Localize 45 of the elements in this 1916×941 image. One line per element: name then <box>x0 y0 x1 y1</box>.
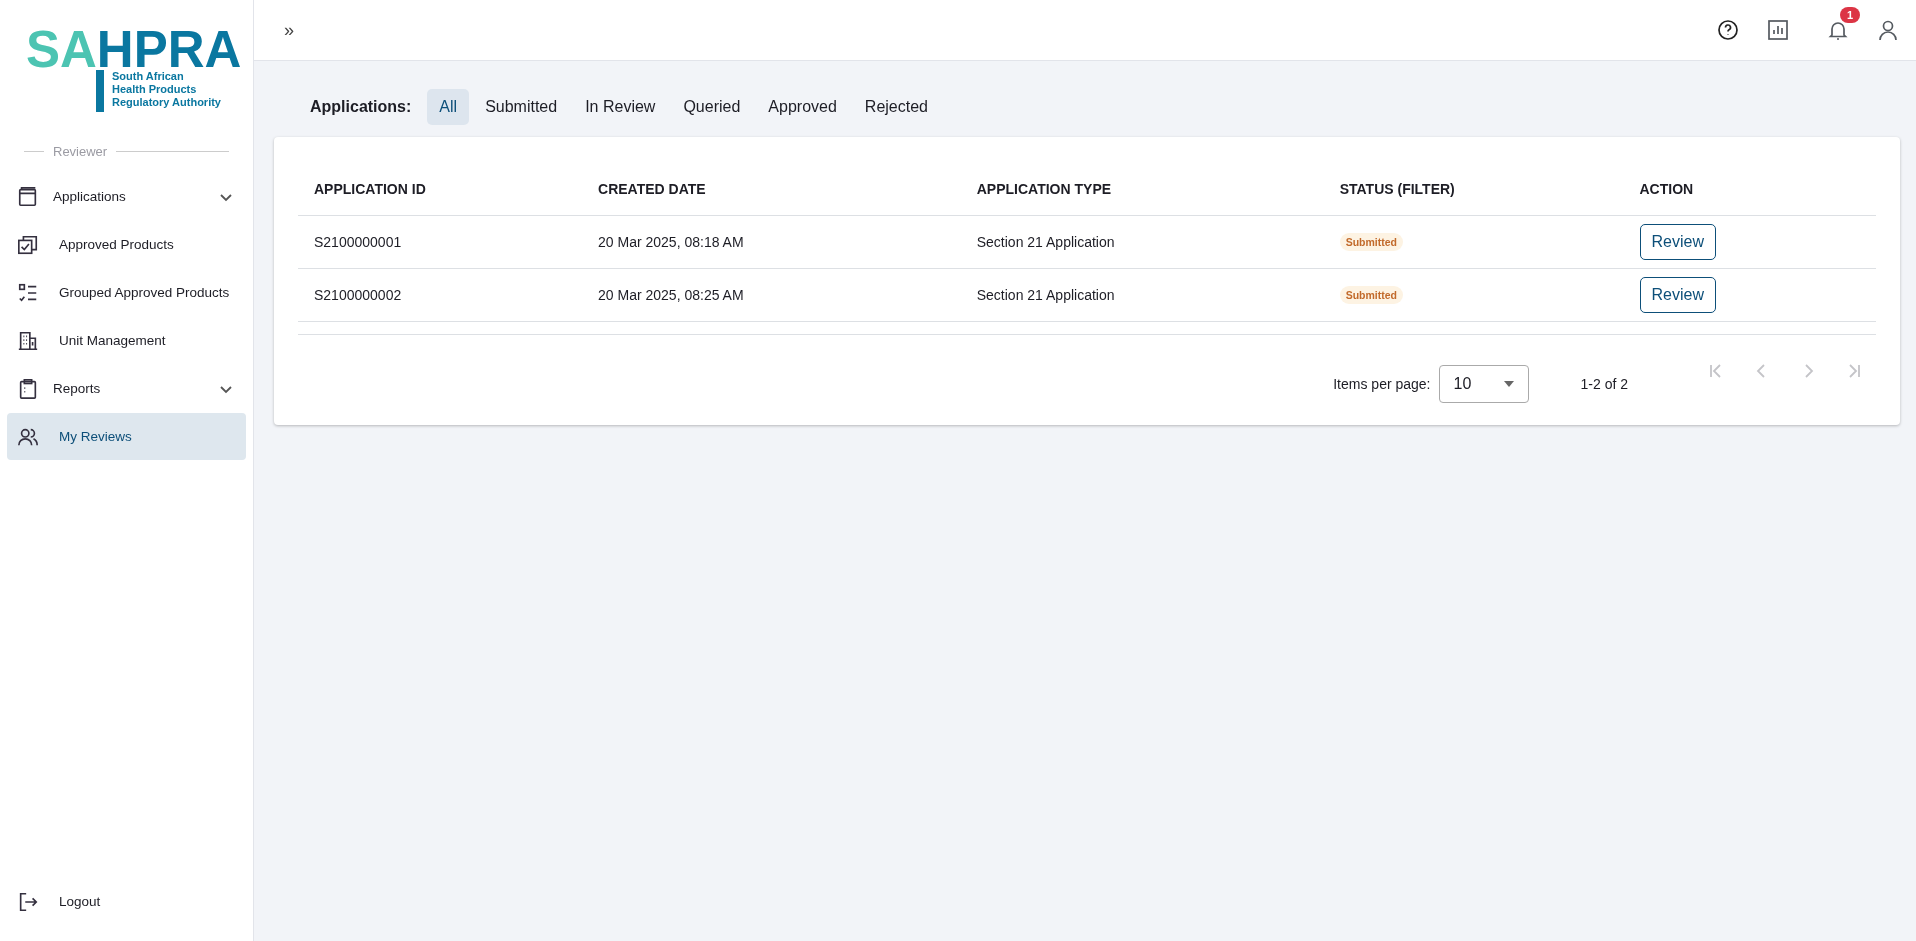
table-cell: S2100000002 <box>298 268 583 322</box>
filter-tab[interactable]: All <box>427 89 470 125</box>
review-button[interactable]: Review <box>1639 224 1716 260</box>
sidebar-item[interactable]: Applications <box>7 173 246 220</box>
status-badge: Submitted <box>1339 286 1404 304</box>
logout-icon <box>17 890 39 913</box>
table-cell: Section 21 Application <box>960 268 1324 322</box>
book-icon <box>17 185 39 208</box>
column-header: APPLICATION TYPE <box>960 163 1324 216</box>
filter-label: Applications: <box>310 98 412 116</box>
help-icon[interactable] <box>1716 18 1740 42</box>
status-badge: Submitted <box>1339 233 1404 251</box>
column-header: CREATED DATE <box>582 163 961 216</box>
filter-tab[interactable]: Rejected <box>852 89 940 125</box>
table-cell: 20 Mar 2025, 08:25 AM <box>582 268 961 322</box>
dropdown-icon <box>1503 381 1514 387</box>
filter-tab[interactable]: In Review <box>573 89 668 125</box>
sidebar-item[interactable]: Approved Products <box>7 221 246 268</box>
review-button[interactable]: Review <box>1639 277 1716 313</box>
table-cell: S2100000001 <box>298 215 583 269</box>
filter-tab[interactable]: Approved <box>756 89 849 125</box>
items-per-page-label: Items per page: <box>1333 376 1431 392</box>
logout-item[interactable]: Logout <box>7 878 246 925</box>
table-cell: 20 Mar 2025, 08:18 AM <box>582 215 961 269</box>
column-header: STATUS (FILTER) <box>1323 163 1624 216</box>
building-icon <box>17 329 39 352</box>
checks-icon <box>17 233 39 256</box>
filter-tab[interactable]: Queried <box>671 89 753 125</box>
sidebar-item[interactable]: My Reviews <box>7 413 246 460</box>
sidebar-item[interactable]: Reports <box>7 365 246 412</box>
column-header: APPLICATION ID <box>298 163 583 216</box>
table-cell: Section 21 Application <box>960 215 1324 269</box>
page-size-select[interactable]: 10 <box>1438 365 1529 403</box>
bar-chart-icon[interactable] <box>1766 18 1790 42</box>
list-icon <box>17 281 39 304</box>
sidebar-item[interactable]: Grouped Approved Products <box>7 269 246 316</box>
user-icon[interactable] <box>1876 18 1900 42</box>
sidebar-item[interactable]: Unit Management <box>7 317 246 364</box>
expand-sidebar-button[interactable]: » <box>284 19 294 41</box>
column-header: ACTION <box>1623 163 1876 216</box>
clipboard-icon <box>17 377 39 400</box>
page-range: 1-2 of 2 <box>1580 376 1628 392</box>
notification-badge: 1 <box>1840 7 1861 23</box>
section-label: Reviewer <box>53 144 108 159</box>
filter-tab[interactable]: Submitted <box>473 89 570 125</box>
